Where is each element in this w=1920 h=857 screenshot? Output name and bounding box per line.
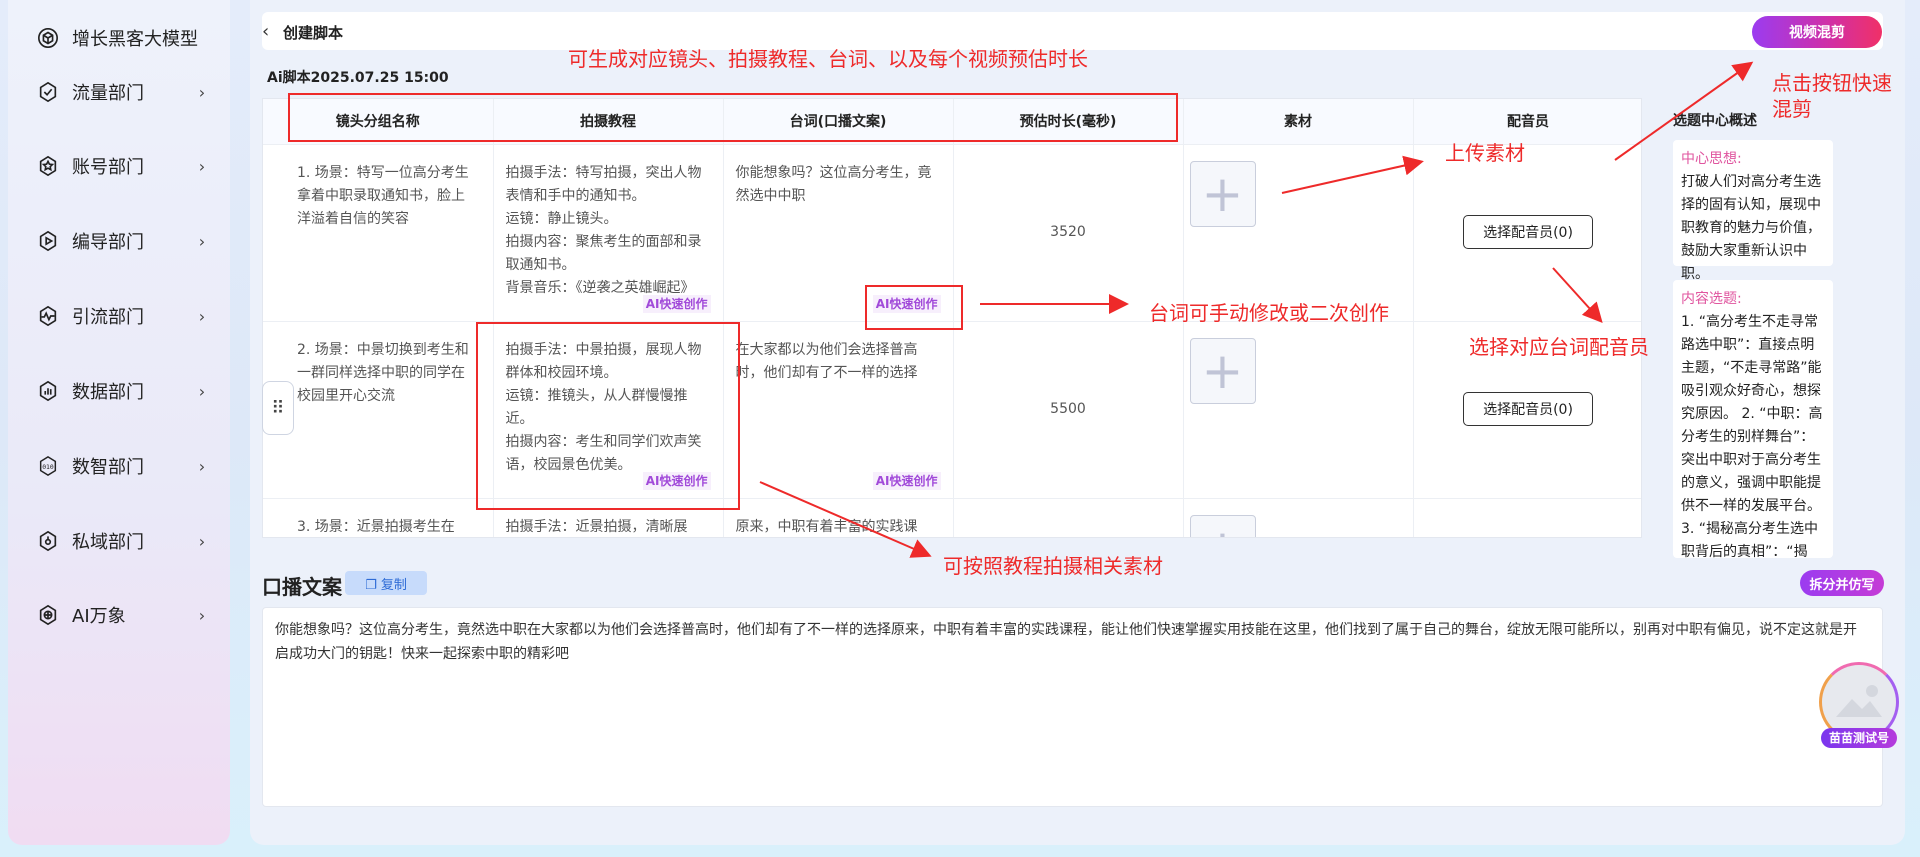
line-text[interactable]: 你能想象吗？这位高分考生，竟然选中中职 [736, 162, 941, 208]
annotation-top: 可生成对应镜头、拍摄教程、台词、以及每个视频预估时长 [568, 47, 1088, 71]
content-topic-text: 1. “高分考生不走寻常路选中职”：直接点明主题，“不走寻常路”能吸引观众好奇心… [1681, 314, 1823, 558]
duration-value: 5500 [953, 321, 1184, 499]
pulse-icon [36, 304, 60, 328]
column-header: 预估时长(毫秒) [953, 99, 1184, 145]
shield-check-icon [36, 80, 60, 104]
broadcast-title: 口播文案 [262, 575, 342, 599]
chevron-right-icon: › [198, 306, 206, 326]
plus-icon: + [1201, 164, 1244, 223]
table-row: 3. 场景：近景拍摄考生在 拍摄手法：近景拍摄，清晰展 原来，中职有着丰富的实践… [263, 498, 1641, 538]
sidebar-item-account[interactable]: 账号部门 › [36, 146, 212, 186]
select-voice-button[interactable]: 选择配音员(0) [1463, 391, 1593, 426]
sidebar-item-label: AI万象 [72, 606, 126, 627]
line-text[interactable]: 在大家都以为他们会选择普高时，他们却有了不一样的选择 [736, 339, 941, 385]
sidebar-item-label: 数智部门 [72, 457, 144, 478]
plus-icon: + [1202, 523, 1244, 538]
content-topic-card[interactable]: 内容选题: 1. “高分考生不走寻常路选中职”：直接点明主题，“不走寻常路”能吸… [1673, 280, 1833, 558]
column-header: 台词(口播文案) [723, 99, 954, 145]
broadcast-textarea[interactable]: 你能想象吗？这位高分考生，竟然选中职在大家都以为他们会选择普高时，他们却有了不一… [262, 607, 1883, 807]
upload-material-button[interactable]: + [1189, 337, 1256, 404]
column-header: 素材 [1183, 99, 1414, 145]
sidebar-item-traffic[interactable]: 流量部门 › [36, 72, 212, 112]
chevron-right-icon: › [198, 231, 206, 251]
annotation-voice: 选择对应台词配音员 [1469, 335, 1649, 359]
sidebar-item-private[interactable]: 私域部门 › [36, 521, 212, 561]
column-header: 配音员 [1413, 99, 1641, 145]
tutorial-text: 拍摄手法：中景拍摄，展现人物群体和校园环境。 运镜：推镜头，从人群慢慢推近。 拍… [505, 341, 702, 473]
table-row: 1. 场景：特写一位高分考生拿着中职录取通知书，脸上洋溢着自信的笑容 拍摄手法：… [263, 144, 1641, 322]
sidebar-item-growth-model[interactable]: 增长黑客大模型 [36, 18, 212, 58]
tutorial-text: 拍摄手法：特写拍摄，突出人物表情和手中的通知书。 运镜：静止镜头。 拍摄内容：聚… [505, 164, 702, 296]
scene-text: 1. 场景：特写一位高分考生拿着中职录取通知书，脸上洋溢着自信的笑容 [297, 164, 469, 227]
sidebar-item-lead-gen[interactable]: 引流部门 › [36, 296, 212, 336]
ai-create-button[interactable]: AI快速创作 [872, 294, 941, 313]
select-voice-button[interactable]: 选择配音员(0) [1463, 214, 1593, 249]
sidebar: 增长黑客大模型 流量部门 › 账号部门 › 编导部门 › 引流部门 › 数据部门… [8, 0, 230, 845]
ai-create-button[interactable]: AI快速创作 [872, 471, 941, 490]
center-idea-card: 中心思想: 打破人们对高分考生选择的固有认知，展现中职教育的魅力与价值，鼓励大家… [1673, 140, 1833, 282]
sidebar-item-label: 引流部门 [72, 307, 144, 328]
annotation-click-1: 点击按钮快速 [1772, 71, 1892, 95]
sidebar-item-label: 流量部门 [72, 83, 144, 104]
sidebar-item-label: 增长黑客大模型 [72, 29, 198, 50]
lock-icon [36, 529, 60, 553]
table-row: 2. 场景：中景切换到考生和一群同样选择中职的同学在校园里开心交流 拍摄手法：中… [263, 321, 1641, 499]
sidebar-item-label: 数据部门 [72, 382, 144, 403]
sidebar-item-ai[interactable]: AI万象 › [36, 595, 212, 635]
plus-icon: + [1201, 341, 1244, 400]
sidebar-item-data[interactable]: 数据部门 › [36, 371, 212, 411]
chevron-right-icon: › [198, 156, 206, 176]
svg-text:010: 010 [42, 463, 54, 471]
script-table[interactable]: 镜头分组名称 拍摄教程 台词(口播文案) 预估时长(毫秒) 素材 配音员 1. … [262, 98, 1642, 538]
cube-icon [36, 26, 60, 50]
top-bar [262, 12, 1883, 50]
scene-text: 3. 场景：近景拍摄考生在 [297, 518, 455, 535]
globe-icon [36, 603, 60, 627]
split-rewrite-button[interactable]: 拆分并仿写 [1800, 570, 1884, 596]
annotation-shoot: 可按照教程拍摄相关素材 [943, 554, 1163, 578]
chevron-right-icon: › [198, 82, 206, 102]
sidebar-item-label: 账号部门 [72, 157, 144, 178]
upload-material-button[interactable]: + [1189, 160, 1256, 227]
center-idea-text: 打破人们对高分考生选择的固有认知，展现中职教育的魅力与价值，鼓励大家重新认识中职… [1681, 174, 1821, 282]
star-icon [36, 154, 60, 178]
column-header: 镜头分组名称 [263, 99, 494, 145]
back-button[interactable]: ‹ [262, 21, 269, 42]
chevron-right-icon: › [198, 605, 206, 625]
center-idea-heading: 中心思想: [1681, 151, 1742, 167]
bar-chart-icon [36, 379, 60, 403]
summary-title: 选题中心概述 [1673, 113, 1757, 129]
sidebar-item-label: 编导部门 [72, 232, 144, 253]
duration-value [953, 498, 1184, 537]
annotation-edit-line: 台词可手动修改或二次创作 [1149, 301, 1389, 325]
copy-button[interactable]: ❐ 复制 [345, 571, 427, 595]
table-header-row: 镜头分组名称 拍摄教程 台词(口播文案) 预估时长(毫秒) 素材 配音员 [263, 99, 1641, 145]
tutorial-text: 拍摄手法：近景拍摄，清晰展 [505, 518, 688, 535]
duration-value: 3520 [953, 144, 1184, 322]
ai-create-button[interactable]: AI快速创作 [642, 471, 711, 490]
play-icon [36, 229, 60, 253]
drag-handle[interactable]: ⠿ [262, 381, 294, 435]
chevron-right-icon: › [198, 381, 206, 401]
annotation-upload: 上传素材 [1445, 141, 1525, 165]
chevron-right-icon: › [198, 456, 206, 476]
line-text[interactable]: 原来，中职有着丰富的实践课 [736, 516, 941, 538]
chevron-right-icon: › [198, 531, 206, 551]
ai-create-button[interactable]: AI快速创作 [642, 294, 711, 313]
scene-text: 2. 场景：中景切换到考生和一群同样选择中职的同学在校园里开心交流 [297, 341, 469, 404]
user-badge: 苗苗测试号 [1821, 728, 1897, 748]
annotation-click-2: 混剪 [1772, 97, 1812, 121]
upload-material-button[interactable]: + [1189, 514, 1256, 538]
column-header: 拍摄教程 [493, 99, 724, 145]
sidebar-item-director[interactable]: 编导部门 › [36, 221, 212, 261]
copy-icon: ❐ [365, 577, 381, 593]
grip-icon: ⠿ [271, 397, 285, 419]
sidebar-item-label: 私域部门 [72, 532, 144, 553]
video-remix-button[interactable]: 视频混剪 [1752, 16, 1882, 48]
page-title: 创建脚本 [283, 24, 344, 42]
content-topic-heading: 内容选题: [1681, 291, 1742, 307]
binary-icon: 010 [36, 454, 60, 478]
script-name: Ai脚本2025.07.25 15:00 [267, 70, 449, 86]
sidebar-item-digital[interactable]: 010 数智部门 › [36, 446, 212, 486]
